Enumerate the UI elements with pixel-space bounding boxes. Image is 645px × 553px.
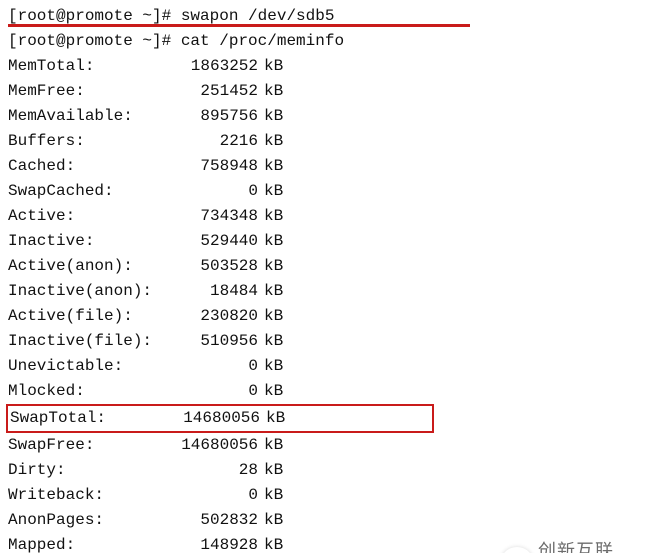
- meminfo-value: 0: [168, 354, 258, 379]
- meminfo-unit: kB: [258, 129, 283, 154]
- terminal-output: [root@promote ~]# swapon /dev/sdb5 [root…: [0, 0, 645, 553]
- meminfo-row: Cached:758948kB: [8, 154, 643, 179]
- meminfo-unit: kB: [258, 508, 283, 533]
- meminfo-key: SwapFree:: [8, 433, 168, 458]
- meminfo-key: Inactive(file):: [8, 329, 168, 354]
- meminfo-row: Active(file):230820kB: [8, 304, 643, 329]
- meminfo-unit: kB: [258, 379, 283, 404]
- meminfo-value: 895756: [168, 104, 258, 129]
- meminfo-key: Dirty:: [8, 458, 168, 483]
- meminfo-value: 14680056: [170, 406, 260, 431]
- meminfo-value: 230820: [168, 304, 258, 329]
- meminfo-value: 2216: [168, 129, 258, 154]
- meminfo-value: 18484: [168, 279, 258, 304]
- command-cat-meminfo: cat /proc/meminfo: [181, 32, 344, 50]
- meminfo-unit: kB: [258, 79, 283, 104]
- meminfo-unit: kB: [258, 104, 283, 129]
- meminfo-value: 0: [168, 379, 258, 404]
- meminfo-key: MemFree:: [8, 79, 168, 104]
- meminfo-row: Mlocked:0kB: [8, 379, 643, 404]
- meminfo-row: AnonPages:502832kB: [8, 508, 643, 533]
- prompt-prefix: [root@promote ~]#: [8, 7, 181, 25]
- meminfo-row: SwapFree:14680056kB: [8, 433, 643, 458]
- meminfo-key: SwapTotal:: [10, 406, 170, 431]
- meminfo-key: Active:: [8, 204, 168, 229]
- meminfo-row: Writeback:0kB: [8, 483, 643, 508]
- meminfo-value: 529440: [168, 229, 258, 254]
- meminfo-key: AnonPages:: [8, 508, 168, 533]
- meminfo-key: Cached:: [8, 154, 168, 179]
- watermark: 创新互联 www.cdcxhl.com: [500, 543, 645, 553]
- prompt-prefix: [root@promote ~]#: [8, 32, 181, 50]
- meminfo-unit: kB: [258, 179, 283, 204]
- meminfo-key: Writeback:: [8, 483, 168, 508]
- meminfo-unit: kB: [260, 406, 285, 431]
- meminfo-key: Active(anon):: [8, 254, 168, 279]
- command-swapon: swapon /dev/sdb5: [181, 7, 335, 25]
- meminfo-value: 148928: [168, 533, 258, 553]
- meminfo-unit: kB: [258, 279, 283, 304]
- meminfo-value: 28: [168, 458, 258, 483]
- meminfo-unit: kB: [258, 329, 283, 354]
- meminfo-key: SwapCached:: [8, 179, 168, 204]
- meminfo-row: Inactive(anon):18484kB: [8, 279, 643, 304]
- meminfo-unit: kB: [258, 254, 283, 279]
- meminfo-row: Active(anon):503528kB: [8, 254, 643, 279]
- meminfo-row: Dirty:28kB: [8, 458, 643, 483]
- meminfo-unit: kB: [258, 154, 283, 179]
- meminfo-row: Inactive(file):510956kB: [8, 329, 643, 354]
- meminfo-row: Buffers:2216kB: [8, 129, 643, 154]
- meminfo-list: MemTotal:1863252kBMemFree:251452kBMemAva…: [8, 54, 643, 553]
- meminfo-value: 251452: [168, 79, 258, 104]
- meminfo-key: Inactive(anon):: [8, 279, 168, 304]
- watermark-logo-icon: [500, 547, 534, 553]
- meminfo-row: Inactive:529440kB: [8, 229, 643, 254]
- meminfo-unit: kB: [258, 204, 283, 229]
- meminfo-unit: kB: [258, 433, 283, 458]
- meminfo-row: MemAvailable:895756kB: [8, 104, 643, 129]
- meminfo-unit: kB: [258, 54, 283, 79]
- meminfo-unit: kB: [258, 229, 283, 254]
- meminfo-unit: kB: [258, 304, 283, 329]
- meminfo-row: SwapTotal:14680056kB: [6, 404, 434, 433]
- meminfo-value: 503528: [168, 254, 258, 279]
- meminfo-row: MemFree:251452kB: [8, 79, 643, 104]
- meminfo-row: MemTotal:1863252kB: [8, 54, 643, 79]
- meminfo-row: SwapCached:0kB: [8, 179, 643, 204]
- meminfo-value: 0: [168, 179, 258, 204]
- meminfo-row: Active:734348kB: [8, 204, 643, 229]
- meminfo-value: 14680056: [168, 433, 258, 458]
- meminfo-value: 0: [168, 483, 258, 508]
- meminfo-row: Unevictable:0kB: [8, 354, 643, 379]
- meminfo-value: 1863252: [168, 54, 258, 79]
- meminfo-unit: kB: [258, 458, 283, 483]
- meminfo-value: 510956: [168, 329, 258, 354]
- meminfo-unit: kB: [258, 354, 283, 379]
- watermark-brand: 创新互联: [538, 539, 614, 553]
- meminfo-key: Inactive:: [8, 229, 168, 254]
- prompt-line-2: [root@promote ~]# cat /proc/meminfo: [8, 29, 643, 54]
- meminfo-key: MemTotal:: [8, 54, 168, 79]
- meminfo-key: MemAvailable:: [8, 104, 168, 129]
- highlight-underline: [8, 24, 470, 31]
- meminfo-key: Mlocked:: [8, 379, 168, 404]
- meminfo-key: Buffers:: [8, 129, 168, 154]
- meminfo-key: Unevictable:: [8, 354, 168, 379]
- meminfo-key: Active(file):: [8, 304, 168, 329]
- meminfo-value: 502832: [168, 508, 258, 533]
- meminfo-value: 758948: [168, 154, 258, 179]
- meminfo-unit: kB: [258, 483, 283, 508]
- meminfo-value: 734348: [168, 204, 258, 229]
- meminfo-unit: kB: [258, 533, 283, 553]
- meminfo-key: Mapped:: [8, 533, 168, 553]
